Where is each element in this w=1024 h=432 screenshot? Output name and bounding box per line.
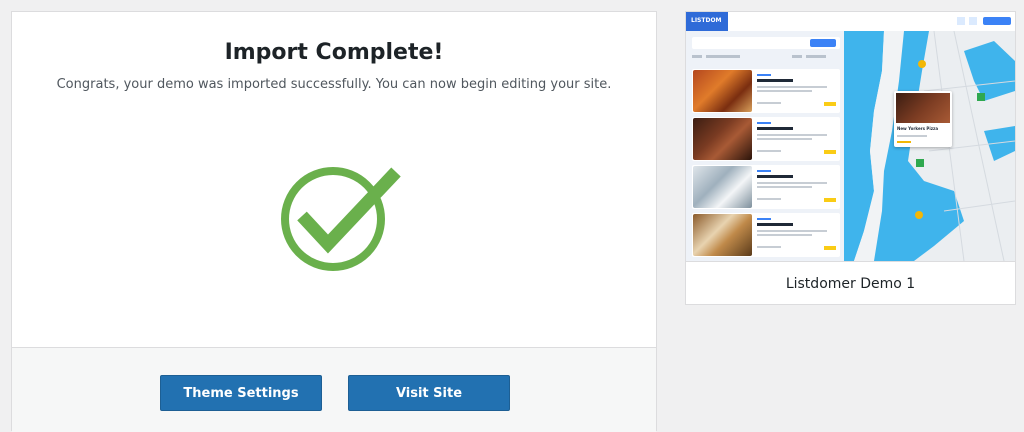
thumbnail-listing-category xyxy=(757,218,771,220)
thumbnail-listing-image xyxy=(693,166,752,208)
thumbnail-listing-title xyxy=(757,175,793,178)
thumbnail-listing-title xyxy=(757,127,793,130)
thumbnail-rating-tag xyxy=(824,150,836,154)
thumbnail-rating-tag xyxy=(824,198,836,202)
thumbnail-listing-category xyxy=(757,122,771,124)
page-subtitle: Congrats, your demo was imported success… xyxy=(56,77,612,92)
thumbnail-listing-title xyxy=(757,223,793,226)
thumbnail-rating-tag xyxy=(824,102,836,106)
import-result-body: Import Complete! Congrats, your demo was… xyxy=(12,12,656,347)
action-bar: Theme Settings Visit Site xyxy=(12,347,656,432)
thumbnail-listing-title xyxy=(757,79,793,82)
thumbnail-search-button xyxy=(810,39,836,47)
thumbnail-filter-row xyxy=(692,55,840,60)
visit-site-button[interactable]: Visit Site xyxy=(348,375,510,411)
import-result-panel: Import Complete! Congrats, your demo was… xyxy=(11,11,657,432)
thumbnail-listing-category xyxy=(757,74,771,76)
thumbnail-logo-text: LISTDOM xyxy=(691,17,722,24)
thumbnail-nav-button xyxy=(983,17,1011,25)
thumbnail-listing-image xyxy=(693,70,752,112)
thumbnail-listing-column xyxy=(686,31,844,261)
thumbnail-navbar: LISTDOM xyxy=(686,12,1015,34)
theme-settings-button[interactable]: Theme Settings xyxy=(160,375,322,411)
thumbnail-logo: LISTDOM xyxy=(686,12,728,31)
thumbnail-nav-links xyxy=(814,19,904,34)
demo-card[interactable]: LISTDOM New Yorkers Pizza Listdomer Demo… xyxy=(685,11,1016,305)
thumbnail-listing-image xyxy=(693,118,752,160)
demo-card-label: Listdomer Demo 1 xyxy=(686,261,1015,305)
thumbnail-nav-square xyxy=(969,17,977,25)
thumbnail-listing-item xyxy=(692,69,840,113)
thumbnail-listing-item xyxy=(692,117,840,161)
thumbnail-map-popup: New Yorkers Pizza xyxy=(894,91,952,147)
thumbnail-listing-category xyxy=(757,170,771,172)
thumbnail-listing-item xyxy=(692,165,840,209)
page-title: Import Complete! xyxy=(224,40,444,65)
thumbnail-listing-item xyxy=(692,213,840,257)
thumbnail-nav-square xyxy=(957,17,965,25)
demo-thumbnail[interactable]: LISTDOM New Yorkers Pizza xyxy=(686,12,1015,261)
thumbnail-listing-image xyxy=(693,214,752,256)
thumbnail-rating-tag xyxy=(824,246,836,250)
checkmark-circle-icon xyxy=(281,167,401,271)
thumbnail-map: New Yorkers Pizza xyxy=(844,31,1015,261)
thumbnail-map-popup-title: New Yorkers Pizza xyxy=(897,126,939,131)
